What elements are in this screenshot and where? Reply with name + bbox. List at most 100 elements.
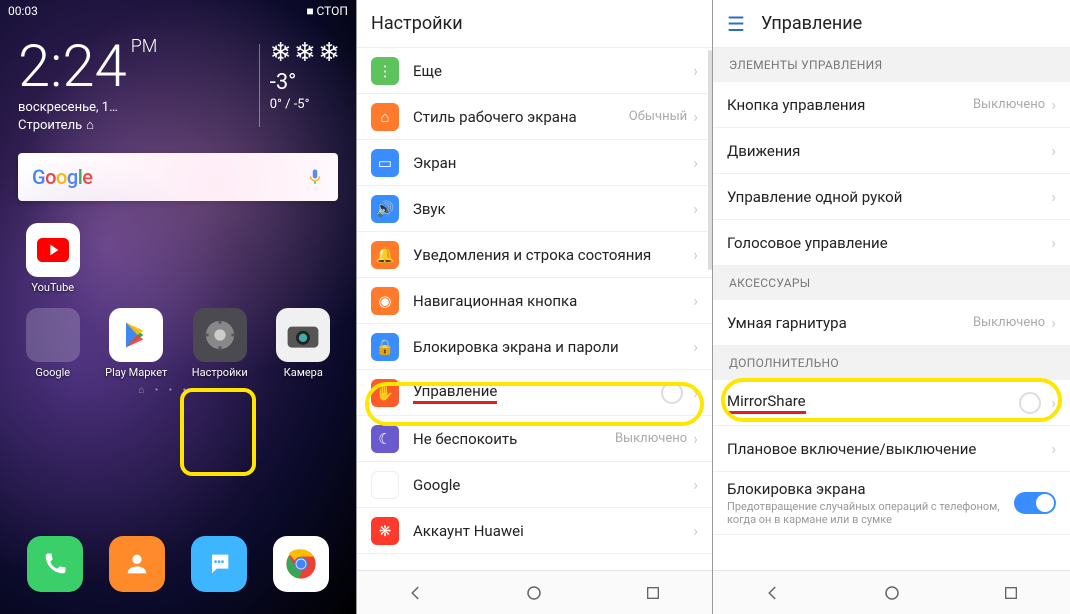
- app-play-market[interactable]: Play Маркет: [98, 308, 176, 379]
- row-value: Обычный: [629, 109, 687, 124]
- play-icon: [109, 308, 163, 362]
- row-smart-headset[interactable]: Умная гарнитураВыключено›: [713, 300, 1070, 346]
- app-label: Камера: [284, 366, 323, 379]
- nav-back[interactable]: [406, 583, 426, 603]
- row-dnd[interactable]: ☾Не беспокоитьВыключено›: [357, 416, 712, 462]
- hamburger-icon[interactable]: ☰: [727, 12, 745, 36]
- circle-indicator: [1019, 392, 1041, 414]
- nav-back[interactable]: [763, 583, 783, 603]
- nav-recent[interactable]: [643, 583, 663, 603]
- chevron-right-icon: ›: [693, 61, 698, 80]
- row-home-style[interactable]: ⌂Стиль рабочего экранаОбычный›: [357, 94, 712, 140]
- row-label: Уведомления и строка состояния: [413, 246, 693, 264]
- control-panel: ☰ Управление ЭЛЕМЕНТЫ УПРАВЛЕНИЯ Кнопка …: [712, 0, 1070, 614]
- clock-time: 2:24PM: [18, 38, 249, 96]
- row-label: Блокировка экрана и пароли: [413, 338, 693, 356]
- app-label: Google: [35, 366, 70, 379]
- nav-recent[interactable]: [1001, 583, 1021, 603]
- weather-temp: -3°: [270, 70, 338, 95]
- row-lockscreen-pocket[interactable]: Блокировка экрана Предотвращение случайн…: [713, 472, 1070, 535]
- row-mirrorshare[interactable]: MirrorShare ›: [713, 380, 1070, 426]
- folder-icon: [26, 308, 80, 362]
- row-label: Голосовое управление: [727, 234, 1051, 252]
- row-label: Движения: [727, 142, 1051, 160]
- section-more: ДОПОЛНИТЕЛЬНО: [713, 346, 1070, 380]
- home-icon: ⌂: [86, 117, 94, 133]
- app-settings[interactable]: Настройки: [181, 308, 259, 379]
- app-camera[interactable]: Камера: [265, 308, 343, 379]
- chevron-right-icon: ›: [1051, 313, 1056, 332]
- highlight-settings-app: [180, 388, 256, 476]
- chevron-right-icon: ›: [693, 199, 698, 218]
- nav-home[interactable]: [882, 583, 902, 603]
- wallpaper: 00:03 ■ СТОП 2:24PM воскресенье, 1… Стро…: [0, 0, 356, 614]
- row-label: Экран: [413, 154, 693, 172]
- clock-city: Строитель⌂: [18, 117, 249, 133]
- chevron-right-icon: ›: [693, 429, 698, 448]
- google-logo: Google: [32, 165, 93, 189]
- row-subtitle: Предотвращение случайных операций с теле…: [727, 500, 1014, 526]
- page-title: Настройки: [371, 13, 463, 34]
- chevron-right-icon: ›: [693, 153, 698, 172]
- row-nav-key[interactable]: ◉Навигационная кнопка›: [357, 278, 712, 324]
- row-sound[interactable]: 🔊Звук›: [357, 186, 712, 232]
- row-more[interactable]: ⋮Еще›: [357, 48, 712, 94]
- row-label: Кнопка управления: [727, 96, 973, 114]
- nav-home[interactable]: [524, 583, 544, 603]
- chevron-right-icon: ›: [693, 475, 698, 494]
- lock-icon: 🔒: [371, 333, 399, 361]
- chevron-right-icon: ›: [1051, 141, 1056, 160]
- toggle-lockscreen[interactable]: [1014, 492, 1056, 514]
- chevron-right-icon: ›: [1051, 187, 1056, 206]
- row-notifications[interactable]: 🔔Уведомления и строка состояния›: [357, 232, 712, 278]
- row-label: Google: [413, 476, 693, 494]
- clock-block: 2:24PM воскресенье, 1… Строитель⌂: [18, 38, 249, 133]
- google-search-bar[interactable]: Google: [18, 153, 338, 201]
- app-google-folder[interactable]: Google: [14, 308, 92, 379]
- screen-icon: ▭: [371, 149, 399, 177]
- settings-list: ⋮Еще› ⌂Стиль рабочего экранаОбычный› ▭ Эк…: [357, 48, 712, 570]
- app-label: Play Маркет: [105, 366, 167, 379]
- mic-icon[interactable]: [306, 168, 324, 186]
- clock-weather-widget[interactable]: 2:24PM воскресенье, 1… Строитель⌂ ❄ ❄ ❄ …: [0, 22, 356, 141]
- app-label: Настройки: [192, 366, 248, 379]
- dock-contacts[interactable]: [109, 536, 165, 592]
- row-voice[interactable]: Голосовое управление›: [713, 220, 1070, 266]
- row-huawei[interactable]: ❋Аккаунт Huawei›: [357, 508, 712, 554]
- page-indicator[interactable]: ⌂ • • • • •: [0, 385, 356, 396]
- dock: [0, 536, 356, 596]
- dock-phone[interactable]: [27, 536, 83, 592]
- google-icon: G: [371, 471, 399, 499]
- row-label: MirrorShare: [727, 392, 1019, 414]
- statusbar-time: 00:03: [8, 4, 38, 18]
- section-accessories: АКСЕССУАРЫ: [713, 266, 1070, 300]
- chevron-right-icon: ›: [693, 337, 698, 356]
- row-onehand[interactable]: Управление одной рукой›: [713, 174, 1070, 220]
- chevron-right-icon: ›: [1051, 439, 1056, 458]
- chevron-right-icon: ›: [693, 383, 698, 402]
- weather-range: 0° / -5°: [270, 97, 338, 112]
- row-label: Управление одной рукой: [727, 188, 1051, 206]
- section-controls: ЭЛЕМЕНТЫ УПРАВЛЕНИЯ: [713, 48, 1070, 82]
- dock-chrome[interactable]: [273, 536, 329, 592]
- row-google[interactable]: G Google›: [357, 462, 712, 508]
- row-label: Умная гарнитура: [727, 314, 973, 332]
- chevron-right-icon: ›: [1051, 393, 1056, 412]
- row-label: Плановое включение/выключение: [727, 440, 1051, 458]
- statusbar-stop-rec[interactable]: ■ СТОП: [306, 4, 348, 18]
- dock-messages[interactable]: [191, 536, 247, 592]
- moon-icon: ☾: [371, 425, 399, 453]
- row-motion[interactable]: Движения›: [713, 128, 1070, 174]
- huawei-icon: ❋: [371, 517, 399, 545]
- row-screen[interactable]: ▭ Экран›: [357, 140, 712, 186]
- row-lock[interactable]: 🔒 Блокировка экрана и пароли›: [357, 324, 712, 370]
- row-label: Аккаунт Huawei: [413, 522, 693, 540]
- row-scheduled-power[interactable]: Плановое включение/выключение›: [713, 426, 1070, 472]
- sound-icon: 🔊: [371, 195, 399, 223]
- youtube-icon: [26, 223, 80, 277]
- app-label: YouTube: [31, 281, 74, 294]
- row-control-button[interactable]: Кнопка управленияВыключено›: [713, 82, 1070, 128]
- row-label: Управление: [413, 382, 661, 404]
- row-control[interactable]: ✋Управление›: [357, 370, 712, 416]
- app-youtube[interactable]: YouTube: [14, 223, 92, 294]
